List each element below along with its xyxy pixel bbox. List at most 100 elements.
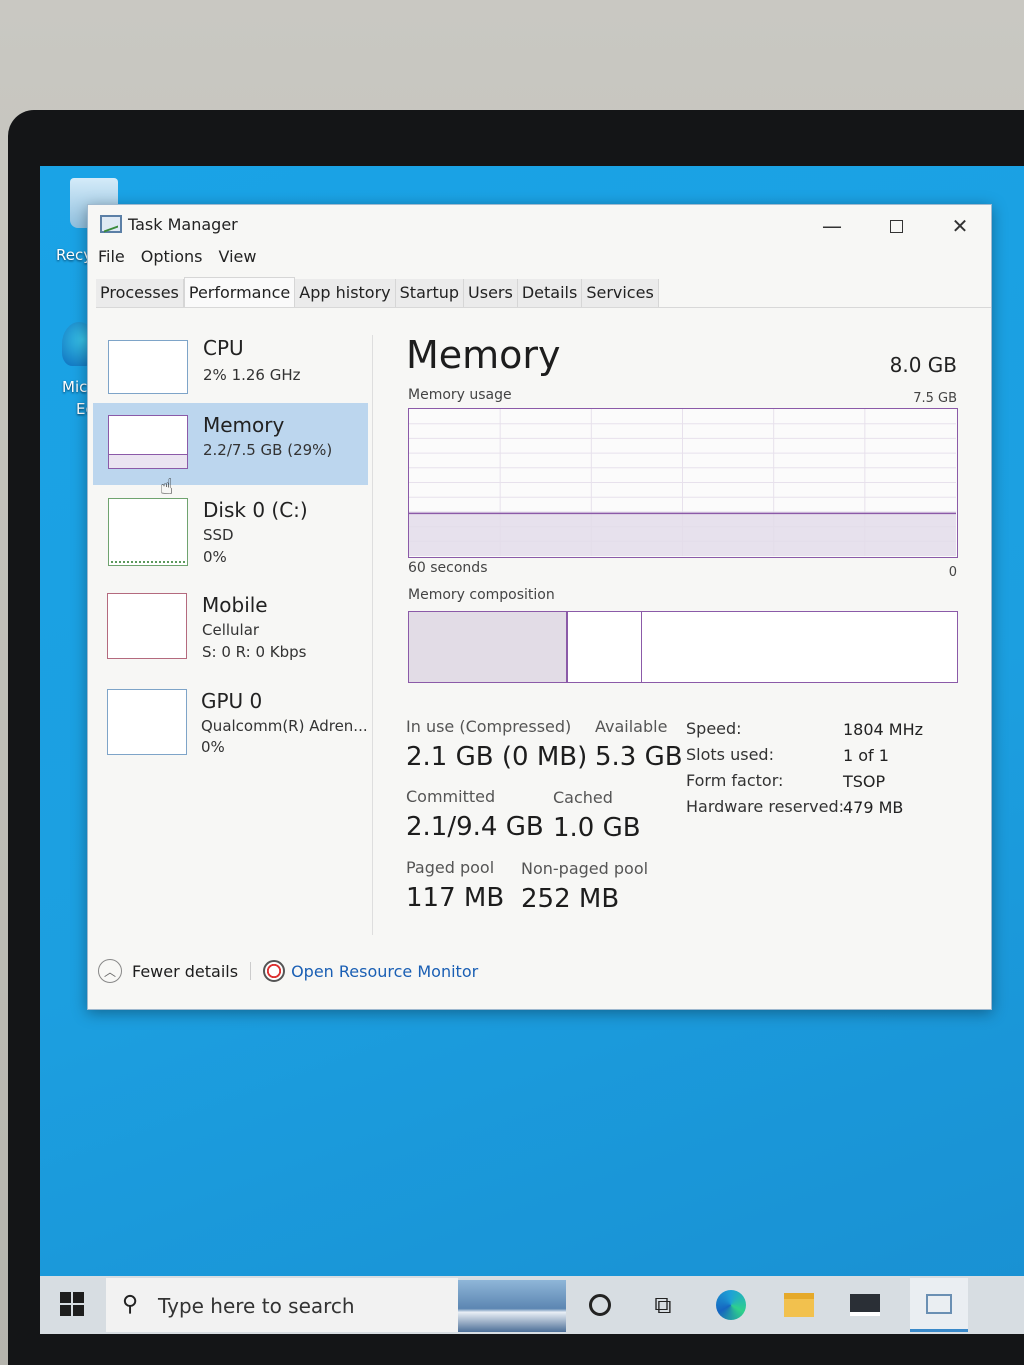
resource-name: CPU bbox=[203, 336, 244, 360]
resource-name: GPU 0 bbox=[201, 689, 263, 713]
tab-details[interactable]: Details bbox=[517, 279, 583, 307]
taskbar: ⚲ Type here to search ⧉ bbox=[40, 1276, 1024, 1334]
tab-users[interactable]: Users bbox=[464, 279, 518, 307]
file-explorer-icon[interactable] bbox=[784, 1290, 814, 1320]
stat-label: Available bbox=[595, 717, 668, 736]
stat-committed: Committed 2.1/9.4 GB bbox=[406, 787, 544, 842]
stat-non-paged-pool: Non-paged pool 252 MB bbox=[521, 859, 648, 914]
cortana-icon[interactable] bbox=[585, 1290, 615, 1320]
stat-value: 1.0 GB bbox=[553, 813, 641, 843]
menu-view[interactable]: View bbox=[219, 247, 257, 271]
chevron-up-icon[interactable]: ︿ bbox=[98, 959, 122, 983]
maximize-icon bbox=[889, 219, 903, 233]
resource-list: CPU 2% 1.26 GHz Memory 2.2/7.5 GB (29%) … bbox=[93, 315, 371, 935]
cpu-thumbnail-graph bbox=[108, 340, 188, 394]
tab-processes[interactable]: Processes bbox=[96, 279, 184, 307]
resource-detail: 0% bbox=[203, 548, 227, 566]
stat-label: Paged pool bbox=[406, 858, 495, 877]
detail-value: 1804 MHz bbox=[843, 720, 924, 739]
stat-value: 2.1/9.4 GB bbox=[406, 812, 544, 842]
composition-in-use-segment bbox=[409, 612, 568, 682]
resource-detail: SSD bbox=[203, 526, 234, 544]
search-highlight-image[interactable] bbox=[458, 1280, 566, 1332]
resource-item-memory[interactable]: Memory 2.2/7.5 GB (29%) bbox=[93, 403, 368, 485]
edge-taskbar-icon[interactable] bbox=[716, 1290, 746, 1320]
time-span-label: 60 seconds bbox=[408, 560, 488, 576]
resource-item-cpu[interactable]: CPU 2% 1.26 GHz bbox=[93, 330, 368, 412]
menu-options[interactable]: Options bbox=[141, 247, 203, 271]
tab-services[interactable]: Services bbox=[582, 279, 659, 307]
tab-performance[interactable]: Performance bbox=[183, 277, 296, 307]
resource-name: Memory bbox=[203, 413, 285, 437]
footer-bar: ︿ Fewer details Open Resource Monitor bbox=[98, 957, 478, 985]
stat-value: 117 MB bbox=[406, 883, 505, 913]
taskbar-search-box[interactable]: ⚲ Type here to search bbox=[106, 1278, 458, 1332]
resource-name: Mobile bbox=[202, 593, 268, 617]
tab-strip: Processes Performance App history Startu… bbox=[96, 277, 991, 308]
composition-modified-segment bbox=[568, 612, 642, 682]
resource-detail: 2% 1.26 GHz bbox=[203, 366, 301, 384]
detail-key: Speed: bbox=[686, 719, 742, 738]
memory-total: 8.0 GB bbox=[889, 353, 957, 377]
stat-in-use: In use (Compressed) 2.1 GB (0 MB) bbox=[406, 717, 587, 772]
resource-monitor-icon bbox=[263, 960, 286, 982]
mobile-thumbnail-graph bbox=[107, 593, 187, 659]
memory-composition-bar bbox=[408, 611, 958, 683]
graph-zero-label: 0 bbox=[948, 565, 957, 580]
tab-startup[interactable]: Startup bbox=[395, 279, 465, 307]
pane-divider bbox=[372, 335, 373, 935]
resource-item-disk[interactable]: Disk 0 (C:) SSD 0% bbox=[93, 492, 368, 574]
stat-label: In use (Compressed) bbox=[406, 717, 572, 736]
resource-detail: 0% bbox=[201, 738, 225, 756]
stat-label: Committed bbox=[406, 787, 496, 806]
task-manager-window: Task Manager — ✕ File Options View Proce… bbox=[87, 204, 992, 1010]
resource-detail: 2.2/7.5 GB (29%) bbox=[203, 441, 333, 459]
open-resource-monitor-link[interactable]: Open Resource Monitor bbox=[291, 962, 478, 981]
stat-label: Cached bbox=[553, 788, 613, 807]
detail-key: Form factor: bbox=[686, 771, 784, 790]
task-view-icon[interactable]: ⧉ bbox=[648, 1290, 678, 1320]
memory-usage-max: 7.5 GB bbox=[913, 391, 957, 406]
task-manager-icon bbox=[100, 215, 122, 233]
memory-usage-label: Memory usage bbox=[408, 387, 512, 403]
window-title: Task Manager bbox=[128, 215, 238, 234]
menu-bar: File Options View bbox=[98, 247, 256, 271]
memory-thumbnail-graph bbox=[108, 415, 188, 469]
tab-app-history[interactable]: App history bbox=[295, 279, 396, 307]
resource-item-gpu[interactable]: GPU 0 Qualcomm(R) Adren... 0% bbox=[93, 681, 368, 763]
stat-label: Non-paged pool bbox=[521, 859, 649, 878]
detail-value: 479 MB bbox=[843, 798, 904, 817]
resource-detail: Cellular bbox=[202, 621, 260, 639]
edge-desktop-label-1: Mic bbox=[62, 378, 88, 396]
detail-key: Slots used: bbox=[686, 745, 774, 764]
memory-usage-fill bbox=[409, 513, 956, 556]
minimize-button[interactable]: — bbox=[810, 211, 854, 241]
title-bar[interactable]: Task Manager — ✕ bbox=[88, 205, 991, 245]
resource-name: Disk 0 (C:) bbox=[203, 498, 308, 522]
task-manager-taskbar-icon[interactable] bbox=[910, 1278, 968, 1332]
fewer-details-button[interactable]: Fewer details bbox=[132, 962, 238, 981]
disk-thumbnail-graph bbox=[108, 498, 188, 566]
memory-usage-grid bbox=[409, 409, 956, 556]
detail-value: TSOP bbox=[843, 772, 886, 791]
detail-value: 1 of 1 bbox=[843, 746, 889, 765]
maximize-button[interactable] bbox=[874, 211, 918, 241]
resource-item-mobile[interactable]: Mobile Cellular S: 0 R: 0 Kbps bbox=[93, 587, 368, 669]
footer-separator bbox=[250, 962, 252, 980]
stat-value: 252 MB bbox=[521, 884, 620, 914]
memory-usage-graph bbox=[408, 408, 958, 558]
stat-value: 5.3 GB bbox=[595, 742, 683, 772]
mail-icon[interactable] bbox=[850, 1290, 880, 1320]
page-title: Memory bbox=[406, 333, 561, 377]
stat-value: 2.1 GB (0 MB) bbox=[406, 742, 588, 772]
close-button[interactable]: ✕ bbox=[938, 211, 982, 241]
search-placeholder: Type here to search bbox=[158, 1294, 355, 1318]
search-icon: ⚲ bbox=[122, 1292, 139, 1317]
stat-available: Available 5.3 GB bbox=[595, 717, 683, 772]
menu-file[interactable]: File bbox=[98, 247, 125, 271]
resource-detail: Qualcomm(R) Adren... bbox=[201, 717, 368, 735]
memory-composition-label: Memory composition bbox=[408, 587, 555, 603]
start-button[interactable] bbox=[60, 1292, 84, 1316]
stat-paged-pool: Paged pool 117 MB bbox=[406, 858, 504, 913]
stat-cached: Cached 1.0 GB bbox=[553, 788, 641, 843]
